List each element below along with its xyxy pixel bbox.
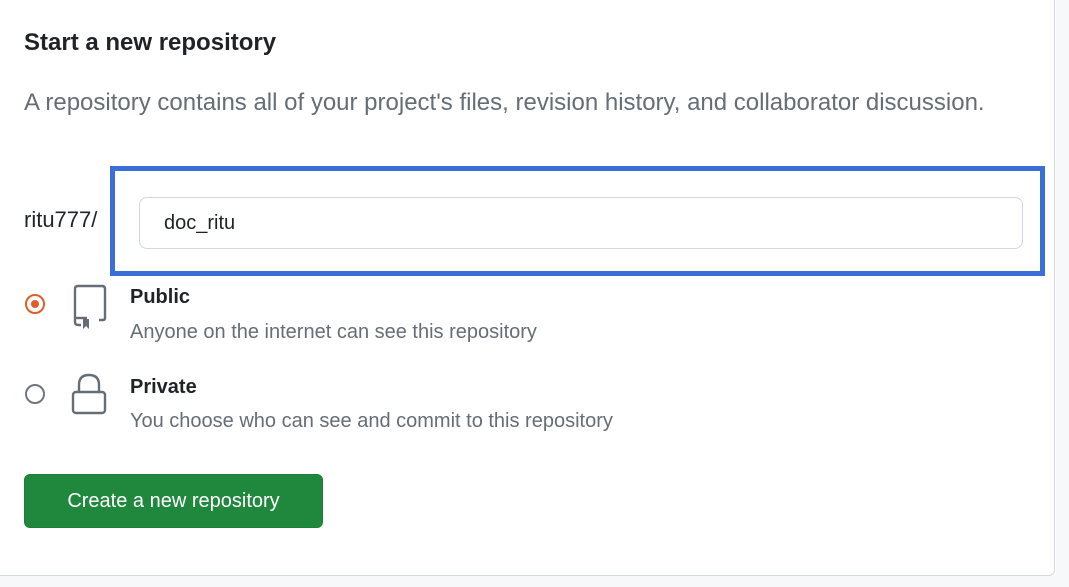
page-background-bottom [0,576,1069,587]
owner-separator: / [91,207,98,232]
section-title: Start a new repository [24,29,277,56]
lock-icon [70,372,108,421]
page-background [1056,0,1069,587]
section-description: A repository contains all of your projec… [24,89,985,116]
public-option-description: Anyone on the internet can see this repo… [130,321,537,343]
owner-name: ritu777 [24,207,92,232]
create-repository-button[interactable]: Create a new repository [24,474,323,528]
private-option-description: You choose who can see and commit to thi… [130,410,613,432]
private-option-label[interactable]: Private [130,376,197,399]
private-radio[interactable] [25,384,45,404]
repository-name-input[interactable] [139,197,1023,249]
public-radio[interactable] [25,294,45,314]
page: Start a new repository A repository cont… [0,0,1069,587]
owner-label: ritu777/ [24,207,97,233]
repo-icon [72,282,108,335]
public-option-label[interactable]: Public [130,286,190,309]
